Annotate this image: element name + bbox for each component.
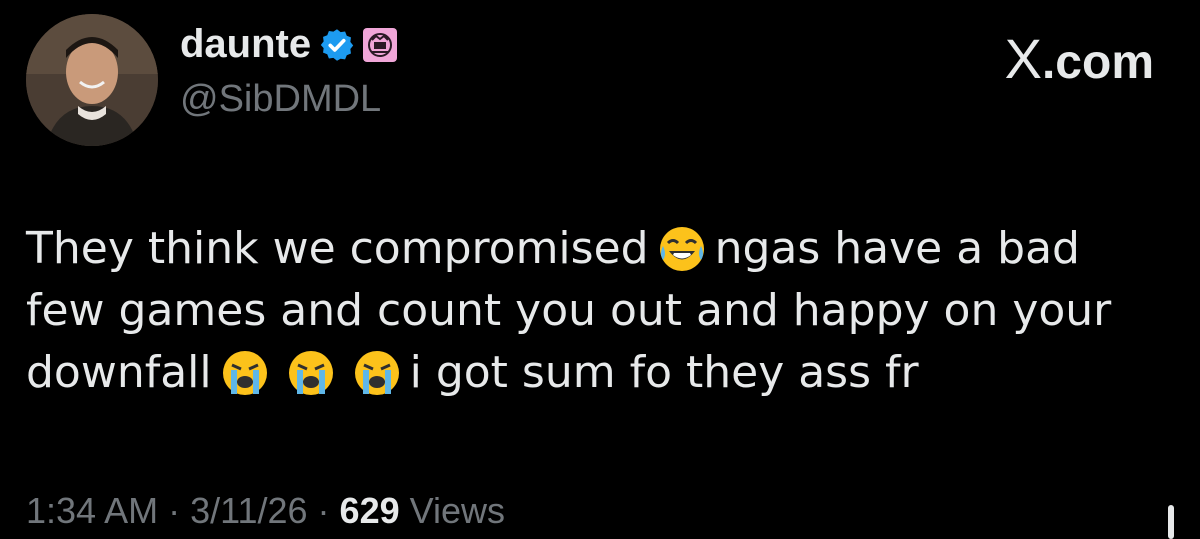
display-name[interactable]: daunte — [180, 22, 311, 67]
tweet-text-segment: ngas have a bad — [714, 223, 1080, 274]
brand-logo: X .com — [1005, 26, 1154, 91]
avatar-image — [26, 14, 158, 146]
face-with-tears-of-joy-icon — [657, 224, 707, 274]
tweet-text-segment: downfall — [26, 347, 212, 398]
views-label: Views — [409, 490, 506, 531]
tweet-date[interactable]: 3/11/26 — [190, 490, 307, 532]
scroll-indicator — [1168, 505, 1174, 539]
views-count[interactable]: 629 — [340, 490, 400, 532]
tweet-line: downfall i got sum fo they ass fr — [26, 342, 1166, 404]
tweet-line: few games and count you out and happy on… — [26, 280, 1166, 342]
loudly-crying-face-icon — [220, 348, 270, 398]
avatar[interactable] — [26, 14, 158, 146]
affiliate-badge-icon[interactable] — [363, 27, 398, 62]
tweet-meta: 1:34 AM · 3/11/26 · 629 Views — [26, 490, 505, 532]
verified-badge-icon[interactable] — [319, 27, 355, 63]
user-handle[interactable]: @SibDMDL — [180, 78, 381, 121]
tweet-text-segment: few games and count you out and happy on… — [26, 285, 1112, 336]
tweet-text-segment: They think we compromised — [26, 223, 649, 274]
author-header: daunte — [180, 22, 398, 67]
loudly-crying-face-icon — [286, 348, 336, 398]
tweet-text: They think we compromised ngas have a ba… — [26, 218, 1166, 404]
loudly-crying-face-icon — [352, 348, 402, 398]
brand-suffix: .com — [1041, 36, 1154, 89]
tweet-time[interactable]: 1:34 AM — [26, 490, 158, 532]
tweet-text-segment: i got sum fo they ass fr — [409, 347, 919, 398]
meta-separator: · — [168, 490, 181, 531]
x-logo-icon: X — [1004, 27, 1042, 90]
meta-separator: · — [317, 490, 330, 531]
tweet-line: They think we compromised ngas have a ba… — [26, 218, 1166, 280]
